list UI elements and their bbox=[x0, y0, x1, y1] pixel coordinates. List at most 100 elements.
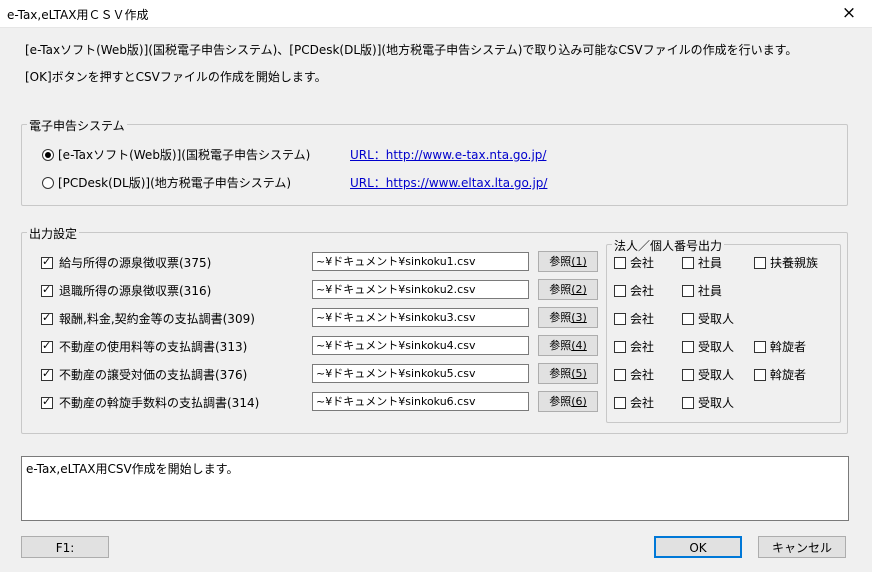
number-option-1-3[interactable]: 扶養親族 bbox=[754, 254, 818, 271]
output-row-label: 退職所得の源泉徴収票(316) bbox=[59, 284, 212, 298]
browse-button-2[interactable]: 参照(2) bbox=[538, 279, 598, 300]
f1-button[interactable]: F1: bbox=[21, 536, 109, 558]
radio-eltax[interactable]: [PCDesk(DL版)](地方税電子申告システム) bbox=[42, 174, 291, 190]
output-row-2[interactable]: 退職所得の源泉徴収票(316) bbox=[41, 282, 211, 299]
output-path-input-6[interactable] bbox=[312, 392, 529, 411]
checkbox-icon[interactable] bbox=[754, 256, 766, 269]
browse-button-5[interactable]: 参照(5) bbox=[538, 363, 598, 384]
browse-button-3[interactable]: 参照(3) bbox=[538, 307, 598, 328]
radio-button-icon[interactable] bbox=[42, 176, 54, 189]
browse-button-4[interactable]: 参照(4) bbox=[538, 335, 598, 356]
number-option-4-2[interactable]: 受取人 bbox=[682, 338, 734, 355]
description-line-1: [e-Taxソフト(Web版)](国税電子申告システム)、[PCDesk(DL版… bbox=[25, 43, 798, 57]
number-option-label: 社員 bbox=[698, 284, 723, 298]
browse-button-6[interactable]: 参照(6) bbox=[538, 391, 598, 412]
number-option-4-1[interactable]: 会社 bbox=[614, 338, 654, 355]
browse-button-key: (5) bbox=[571, 367, 587, 380]
number-option-6-2[interactable]: 受取人 bbox=[682, 394, 734, 411]
checkbox-icon[interactable] bbox=[754, 340, 766, 353]
checkbox-icon[interactable] bbox=[682, 284, 694, 297]
browse-button-text: 参照 bbox=[549, 339, 572, 352]
number-option-3-1[interactable]: 会社 bbox=[614, 310, 654, 327]
browse-button-key: (1) bbox=[571, 255, 587, 268]
radio-etax[interactable]: [e-Taxソフト(Web版)](国税電子申告システム) bbox=[42, 146, 310, 162]
output-path-input-4[interactable] bbox=[312, 336, 529, 355]
browse-button-1[interactable]: 参照(1) bbox=[538, 251, 598, 272]
radio-button-icon[interactable] bbox=[42, 148, 54, 161]
eltax-url-link[interactable]: URL：https://www.eltax.lta.go.jp/ bbox=[350, 174, 547, 191]
output-row-label: 報酬,料金,契約金等の支払調書(309) bbox=[59, 312, 255, 326]
browse-button-text: 参照 bbox=[549, 367, 572, 380]
number-option-2-1[interactable]: 会社 bbox=[614, 282, 654, 299]
ok-button[interactable]: OK bbox=[654, 536, 742, 558]
number-option-2-2[interactable]: 社員 bbox=[682, 282, 722, 299]
number-option-label: 会社 bbox=[630, 368, 655, 382]
checkbox-icon[interactable] bbox=[682, 396, 694, 409]
output-row-3[interactable]: 報酬,料金,契約金等の支払調書(309) bbox=[41, 310, 255, 327]
number-option-label: 会社 bbox=[630, 312, 655, 326]
radio-eltax-label: [PCDesk(DL版)](地方税電子申告システム) bbox=[58, 176, 292, 190]
number-option-3-2[interactable]: 受取人 bbox=[682, 310, 734, 327]
browse-button-text: 参照 bbox=[549, 395, 572, 408]
checkbox-icon[interactable] bbox=[614, 368, 626, 381]
checkbox-icon[interactable] bbox=[614, 312, 626, 325]
close-icon[interactable]: × bbox=[826, 0, 872, 27]
checkbox-icon[interactable] bbox=[41, 283, 53, 297]
number-option-label: 扶養親族 bbox=[770, 256, 819, 270]
number-option-6-1[interactable]: 会社 bbox=[614, 394, 654, 411]
checkbox-icon[interactable] bbox=[614, 256, 626, 269]
browse-button-key: (4) bbox=[571, 339, 587, 352]
cancel-button[interactable]: キャンセル bbox=[758, 536, 846, 558]
title-bar: e-Tax,eLTAX用ＣＳＶ作成 × bbox=[0, 0, 872, 28]
browse-button-text: 参照 bbox=[549, 283, 572, 296]
number-option-label: 受取人 bbox=[698, 396, 735, 410]
checkbox-icon[interactable] bbox=[41, 311, 53, 325]
checkbox-icon[interactable] bbox=[682, 312, 694, 325]
system-group-label: 電子申告システム bbox=[27, 117, 127, 134]
number-option-5-3[interactable]: 斡旋者 bbox=[754, 366, 806, 383]
checkbox-icon[interactable] bbox=[41, 339, 53, 353]
checkbox-icon[interactable] bbox=[682, 340, 694, 353]
number-option-label: 受取人 bbox=[698, 312, 735, 326]
description-line-2: [OK]ボタンを押すとCSVファイルの作成を開始します。 bbox=[25, 70, 327, 84]
number-option-label: 斡旋者 bbox=[770, 340, 807, 354]
output-row-5[interactable]: 不動産の譲受対価の支払調書(376) bbox=[41, 366, 247, 383]
checkbox-icon[interactable] bbox=[682, 368, 694, 381]
browse-button-key: (2) bbox=[571, 283, 587, 296]
number-option-5-1[interactable]: 会社 bbox=[614, 366, 654, 383]
output-path-input-3[interactable] bbox=[312, 308, 529, 327]
status-box: e-Tax,eLTAX用CSV作成を開始します。 bbox=[21, 456, 849, 521]
number-option-label: 会社 bbox=[630, 256, 655, 270]
output-path-input-2[interactable] bbox=[312, 280, 529, 299]
checkbox-icon[interactable] bbox=[614, 396, 626, 409]
number-option-1-2[interactable]: 社員 bbox=[682, 254, 722, 271]
checkbox-icon[interactable] bbox=[41, 367, 53, 381]
output-row-1[interactable]: 給与所得の源泉徴収票(375) bbox=[41, 254, 211, 271]
output-row-4[interactable]: 不動産の使用料等の支払調書(313) bbox=[41, 338, 247, 355]
output-path-input-1[interactable] bbox=[312, 252, 529, 271]
output-group-label: 出力設定 bbox=[27, 225, 80, 242]
browse-button-text: 参照 bbox=[549, 311, 572, 324]
checkbox-icon[interactable] bbox=[614, 284, 626, 297]
radio-etax-label: [e-Taxソフト(Web版)](国税電子申告システム) bbox=[58, 148, 311, 162]
number-option-4-3[interactable]: 斡旋者 bbox=[754, 338, 806, 355]
checkbox-icon[interactable] bbox=[41, 395, 53, 409]
number-option-label: 受取人 bbox=[698, 368, 735, 382]
number-option-5-2[interactable]: 受取人 bbox=[682, 366, 734, 383]
output-row-label: 給与所得の源泉徴収票(375) bbox=[59, 256, 212, 270]
system-groupbox bbox=[21, 124, 848, 206]
browse-button-key: (6) bbox=[571, 395, 587, 408]
number-option-1-1[interactable]: 会社 bbox=[614, 254, 654, 271]
checkbox-icon[interactable] bbox=[754, 368, 766, 381]
browse-button-key: (3) bbox=[571, 311, 587, 324]
checkbox-icon[interactable] bbox=[614, 340, 626, 353]
etax-url-link[interactable]: URL：http://www.e-tax.nta.go.jp/ bbox=[350, 146, 546, 163]
checkbox-icon[interactable] bbox=[682, 256, 694, 269]
output-path-input-5[interactable] bbox=[312, 364, 529, 383]
number-option-label: 斡旋者 bbox=[770, 368, 807, 382]
output-row-label: 不動産の使用料等の支払調書(313) bbox=[59, 340, 248, 354]
number-option-label: 会社 bbox=[630, 284, 655, 298]
output-row-6[interactable]: 不動産の斡旋手数料の支払調書(314) bbox=[41, 394, 259, 411]
checkbox-icon[interactable] bbox=[41, 255, 53, 269]
number-option-label: 会社 bbox=[630, 396, 655, 410]
